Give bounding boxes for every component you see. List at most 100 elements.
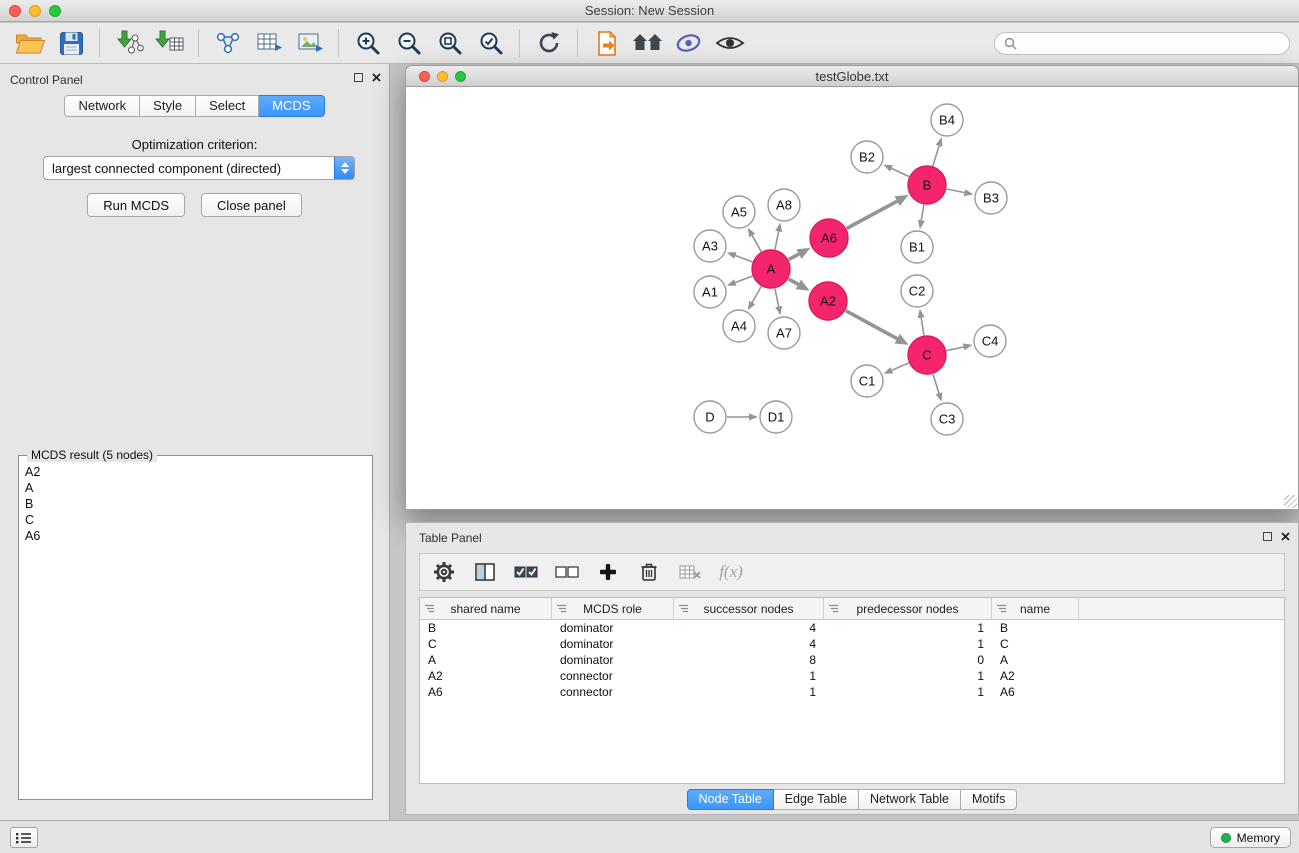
network-view[interactable]: B4B2BB3A8A5A6A3B1AA1C2A2A4A7C4CC1C3DD1	[405, 87, 1299, 510]
edge-C-C4[interactable]	[947, 343, 973, 350]
column-header-successor-nodes[interactable]: successor nodes	[674, 598, 824, 620]
edge-C-C1[interactable]	[884, 363, 909, 374]
table-row-b[interactable]: Bdominator41B	[420, 620, 1284, 636]
tab-edge-table[interactable]: Edge Table	[774, 789, 859, 810]
edge-B-B1[interactable]	[918, 205, 925, 230]
float-panel-icon[interactable]	[354, 73, 363, 82]
node-A7[interactable]: A7	[768, 317, 800, 349]
zoom-out-button[interactable]	[391, 26, 427, 60]
table-row-a6[interactable]: A6connector11A6	[420, 684, 1284, 700]
edge-A-A5[interactable]	[748, 228, 761, 252]
network-close-traffic-light[interactable]	[419, 71, 430, 82]
close-panel-button[interactable]: Close panel	[201, 193, 302, 217]
close-traffic-light[interactable]	[9, 5, 21, 17]
column-header-name[interactable]: name	[992, 598, 1079, 620]
open-session-button[interactable]	[589, 26, 625, 60]
node-D[interactable]: D	[694, 401, 726, 433]
criterion-dropdown[interactable]: largest connected component (directed)	[43, 156, 355, 180]
tab-motifs[interactable]: Motifs	[961, 789, 1017, 810]
zoom-traffic-light[interactable]	[49, 5, 61, 17]
node-C4[interactable]: C4	[974, 325, 1006, 357]
edge-C-C3[interactable]	[933, 374, 942, 402]
mcds-result-item-c[interactable]: C	[25, 512, 366, 528]
save-session-button[interactable]	[53, 26, 89, 60]
node-B[interactable]: B	[908, 166, 946, 204]
node-C[interactable]: C	[908, 336, 946, 374]
new-network-button[interactable]	[210, 26, 246, 60]
edge-A-A8[interactable]	[775, 223, 782, 250]
zoom-fit-button[interactable]	[432, 26, 468, 60]
import-table-button[interactable]	[152, 26, 188, 60]
tab-network-table[interactable]: Network Table	[859, 789, 961, 810]
column-header-shared-name[interactable]: shared name	[420, 598, 552, 620]
delete-row-button[interactable]	[637, 559, 661, 585]
node-D1[interactable]: D1	[760, 401, 792, 433]
tab-mcds[interactable]: MCDS	[259, 95, 324, 117]
node-C1[interactable]: C1	[851, 365, 883, 397]
zoom-selected-button[interactable]	[473, 26, 509, 60]
edge-D-D1[interactable]	[727, 414, 758, 421]
status-menu-button[interactable]	[10, 827, 38, 848]
new-table-button[interactable]	[251, 26, 287, 60]
mcds-result-item-b[interactable]: B	[25, 496, 366, 512]
edge-B-B2[interactable]	[883, 165, 909, 177]
table-row-a[interactable]: Adominator80A	[420, 652, 1284, 668]
node-B1[interactable]: B1	[901, 231, 933, 263]
select-all-button[interactable]	[514, 559, 538, 585]
search-input[interactable]	[1022, 37, 1279, 51]
edge-C-C2[interactable]	[918, 309, 925, 335]
node-A3[interactable]: A3	[694, 230, 726, 262]
mcds-result-item-a2[interactable]: A2	[25, 464, 366, 480]
edge-A2-C[interactable]	[846, 311, 909, 345]
node-A[interactable]: A	[752, 250, 790, 288]
network-zoom-traffic-light[interactable]	[455, 71, 466, 82]
node-C3[interactable]: C3	[931, 403, 963, 435]
edge-A-A3[interactable]	[727, 252, 753, 262]
network-canvas[interactable]: B4B2BB3A8A5A6A3B1AA1C2A2A4A7C4CC1C3DD1	[406, 87, 1298, 508]
details-button[interactable]	[712, 26, 748, 60]
edge-A6-B[interactable]	[847, 195, 909, 229]
node-A5[interactable]: A5	[723, 196, 755, 228]
open-file-button[interactable]	[12, 26, 48, 60]
minimize-traffic-light[interactable]	[29, 5, 41, 17]
network-minimize-traffic-light[interactable]	[437, 71, 448, 82]
edge-B-B4[interactable]	[933, 137, 943, 166]
mcds-result-item-a[interactable]: A	[25, 480, 366, 496]
edge-A-A2[interactable]	[788, 279, 809, 291]
import-network-button[interactable]	[111, 26, 147, 60]
mcds-result-item-a6[interactable]: A6	[25, 528, 366, 544]
add-row-button[interactable]	[596, 559, 620, 585]
node-C2[interactable]: C2	[901, 275, 933, 307]
node-A6[interactable]: A6	[810, 219, 848, 257]
node-B4[interactable]: B4	[931, 104, 963, 136]
node-B3[interactable]: B3	[975, 182, 1007, 214]
function-builder-button[interactable]: f(x)	[719, 559, 743, 585]
export-image-button[interactable]	[292, 26, 328, 60]
float-panel-icon[interactable]	[1263, 532, 1272, 541]
run-mcds-button[interactable]: Run MCDS	[87, 193, 185, 217]
close-panel-icon[interactable]	[1281, 532, 1290, 541]
deselect-all-button[interactable]	[555, 559, 579, 585]
tab-style[interactable]: Style	[140, 95, 196, 117]
network-window-titlebar[interactable]: testGlobe.txt	[405, 65, 1299, 87]
tab-node-table[interactable]: Node Table	[687, 789, 774, 810]
node-A1[interactable]: A1	[694, 276, 726, 308]
tab-select[interactable]: Select	[196, 95, 259, 117]
close-panel-icon[interactable]	[372, 73, 381, 82]
edge-B-B3[interactable]	[947, 189, 974, 196]
edge-A-A1[interactable]	[727, 276, 753, 286]
edge-A-A7[interactable]	[775, 289, 782, 316]
table-row-a2[interactable]: A2connector11A2	[420, 668, 1284, 684]
node-A8[interactable]: A8	[768, 189, 800, 221]
tab-network[interactable]: Network	[64, 95, 140, 117]
refresh-button[interactable]	[531, 26, 567, 60]
edge-A-A4[interactable]	[748, 286, 761, 310]
styles-button[interactable]	[671, 26, 707, 60]
edge-A-A6[interactable]	[789, 248, 811, 260]
home-button[interactable]	[630, 26, 666, 60]
node-A2[interactable]: A2	[809, 282, 847, 320]
window-resize-grip[interactable]	[1284, 495, 1297, 508]
table-settings-button[interactable]	[432, 559, 456, 585]
column-header-mcds-role[interactable]: MCDS role	[552, 598, 674, 620]
node-B2[interactable]: B2	[851, 141, 883, 173]
